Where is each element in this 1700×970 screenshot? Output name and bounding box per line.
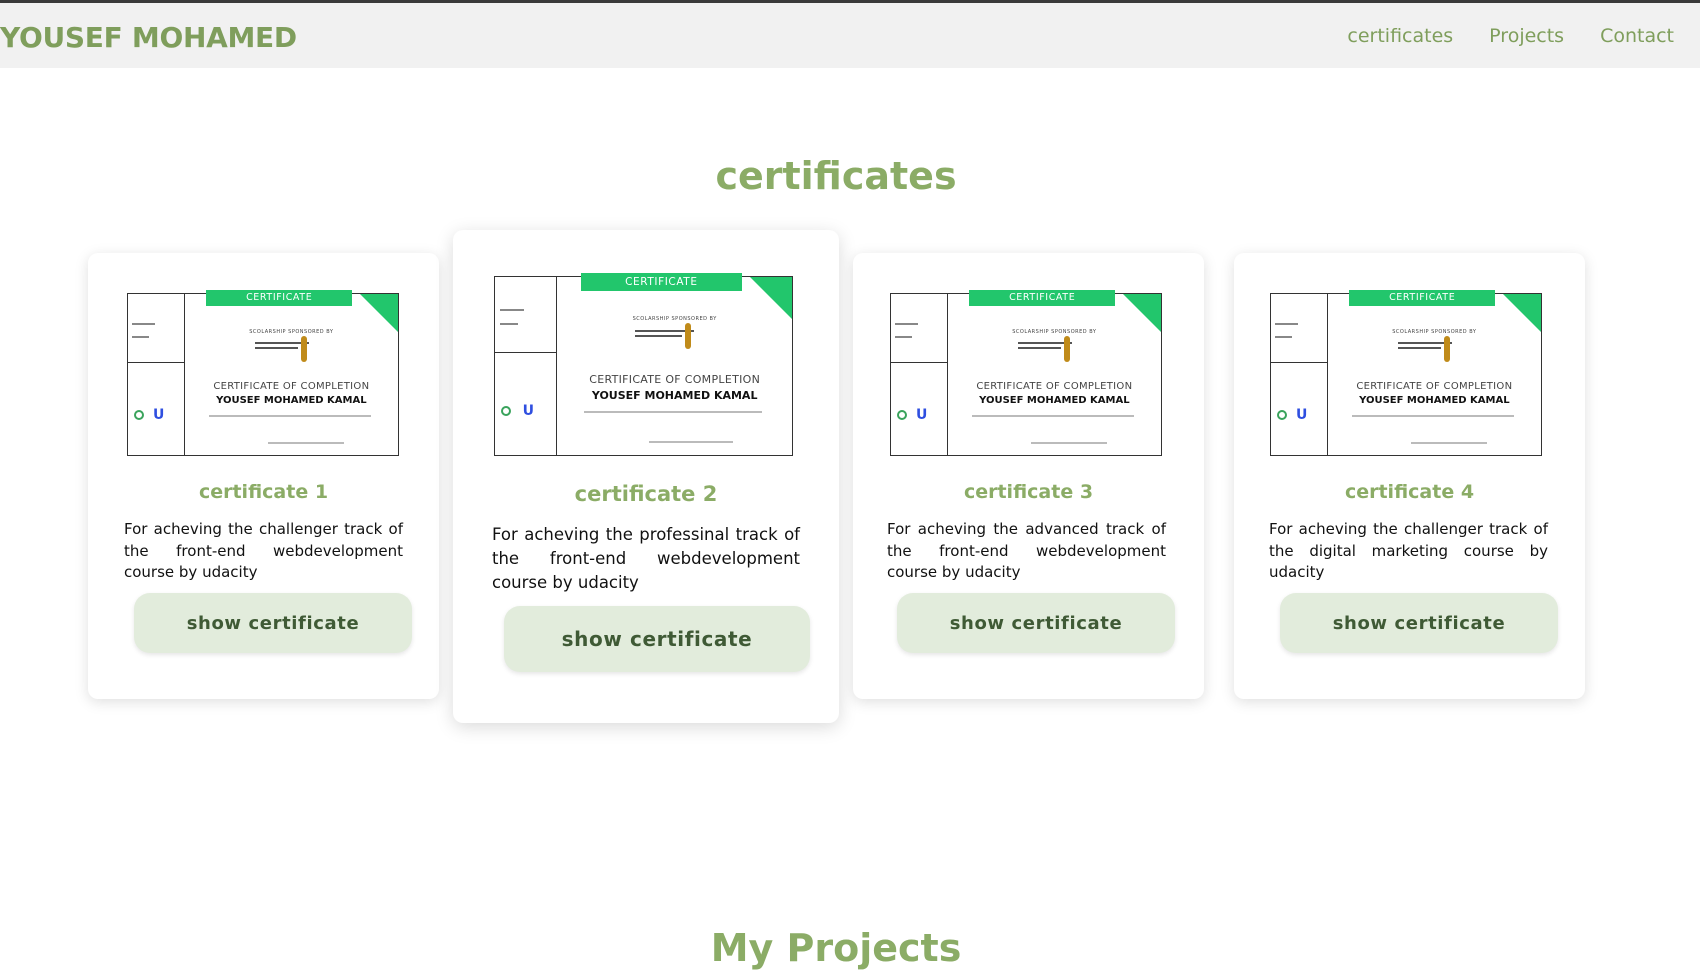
show-certificate-button[interactable]: show certificate — [134, 593, 412, 653]
certificate-card-4: U CERTIFICATE SCOLARSHIP SPONSORED BY CE… — [1234, 253, 1585, 699]
certificate-description: For acheving the professinal track of th… — [492, 525, 800, 592]
certificate-thumbnail[interactable]: U CERTIFICATE SCOLARSHIP SPONSORED BY CE… — [1270, 290, 1542, 456]
certificate-title: certificate 4 — [1344, 481, 1475, 503]
nav-link-contact[interactable]: Contact — [1600, 25, 1674, 47]
certificate-image: U CERTIFICATE SCOLARSHIP SPONSORED BY CE… — [127, 290, 399, 456]
show-certificate-button[interactable]: show certificate — [1280, 593, 1558, 653]
certificate-card-1: U CERTIFICATE SCOLARSHIP SPONSORED BY CE… — [88, 253, 439, 699]
nav-links: certificates Projects Contact — [1347, 25, 1674, 47]
certificate-description: For acheving the challenger track of the… — [1269, 520, 1548, 581]
navbar: YOUSEF MOHAMED certificates Projects Con… — [0, 3, 1700, 68]
certificate-card-3: U CERTIFICATE SCOLARSHIP SPONSORED BY CE… — [853, 253, 1204, 699]
nav-link-projects[interactable]: Projects — [1489, 25, 1564, 47]
show-certificate-button[interactable]: show certificate — [504, 606, 810, 672]
nav-link-certificates[interactable]: certificates — [1347, 25, 1453, 47]
certificate-image: U CERTIFICATE SCOLARSHIP SPONSORED BY CE… — [890, 290, 1162, 456]
certificate-image: U CERTIFICATE SCOLARSHIP SPONSORED BY CE… — [494, 273, 793, 456]
certificate-thumbnail[interactable]: U CERTIFICATE SCOLARSHIP SPONSORED BY CE… — [890, 290, 1162, 456]
certificates-section-title: certificates — [715, 154, 957, 198]
certificate-description: For acheving the challenger track of the… — [124, 520, 403, 581]
certificate-title: certificate 3 — [963, 481, 1094, 503]
brand-logo[interactable]: YOUSEF MOHAMED — [0, 21, 297, 54]
certificate-thumbnail[interactable]: U CERTIFICATE SCOLARSHIP SPONSORED BY CE… — [127, 290, 399, 456]
certificate-card-2: U CERTIFICATE SCOLARSHIP SPONSORED BY CE… — [453, 230, 839, 723]
show-certificate-button[interactable]: show certificate — [897, 593, 1175, 653]
projects-section-title: My Projects — [710, 926, 962, 970]
certificate-title: certificate 2 — [574, 482, 718, 506]
certificate-title: certificate 1 — [198, 481, 329, 503]
certificate-image: U CERTIFICATE SCOLARSHIP SPONSORED BY CE… — [1270, 290, 1542, 456]
certificate-thumbnail[interactable]: U CERTIFICATE SCOLARSHIP SPONSORED BY CE… — [494, 273, 793, 456]
certificate-description: For acheving the advanced track of the f… — [887, 520, 1166, 581]
